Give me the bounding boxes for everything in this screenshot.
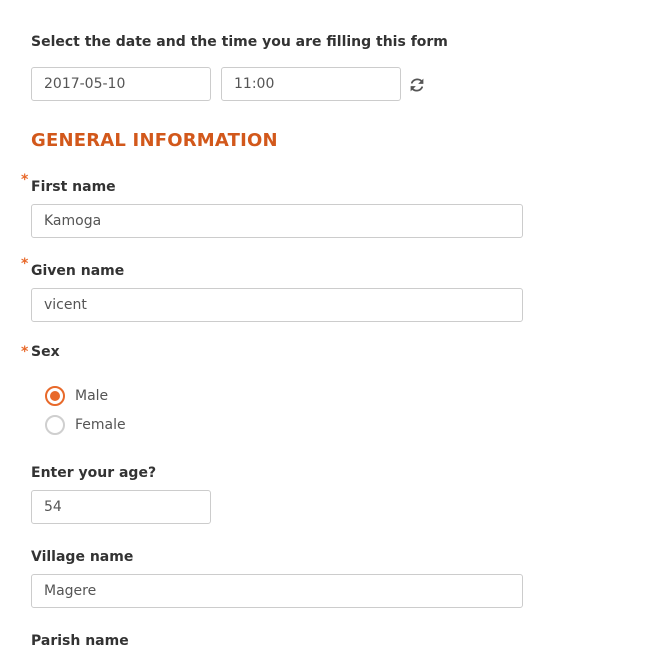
- time-input[interactable]: [221, 67, 401, 101]
- section-title: GENERAL INFORMATION: [31, 130, 278, 151]
- parish-label: Parish name: [31, 633, 129, 649]
- age-label: Enter your age?: [31, 465, 157, 481]
- village-input[interactable]: [31, 574, 523, 608]
- first-name-label: First name: [31, 179, 116, 195]
- first-name-input[interactable]: [31, 204, 523, 238]
- form-container: Select the date and the time you are fil…: [0, 0, 659, 650]
- sex-label: Sex: [31, 344, 60, 360]
- radio-male[interactable]: [45, 386, 65, 406]
- sex-option-male[interactable]: Male: [45, 386, 108, 406]
- required-marker: *: [21, 172, 29, 188]
- required-marker: *: [21, 344, 29, 360]
- sex-option-female[interactable]: Female: [45, 415, 126, 435]
- age-input[interactable]: [31, 490, 211, 524]
- radio-label-male: Male: [75, 388, 109, 404]
- refresh-icon[interactable]: [408, 76, 426, 94]
- required-marker: *: [21, 256, 29, 272]
- village-label: Village name: [31, 549, 134, 565]
- date-input[interactable]: [31, 67, 211, 101]
- datetime-label: Select the date and the time you are fil…: [31, 34, 448, 50]
- radio-female[interactable]: [45, 415, 65, 435]
- radio-label-female: Female: [75, 417, 126, 433]
- given-name-input[interactable]: [31, 288, 523, 322]
- given-name-label: Given name: [31, 263, 125, 279]
